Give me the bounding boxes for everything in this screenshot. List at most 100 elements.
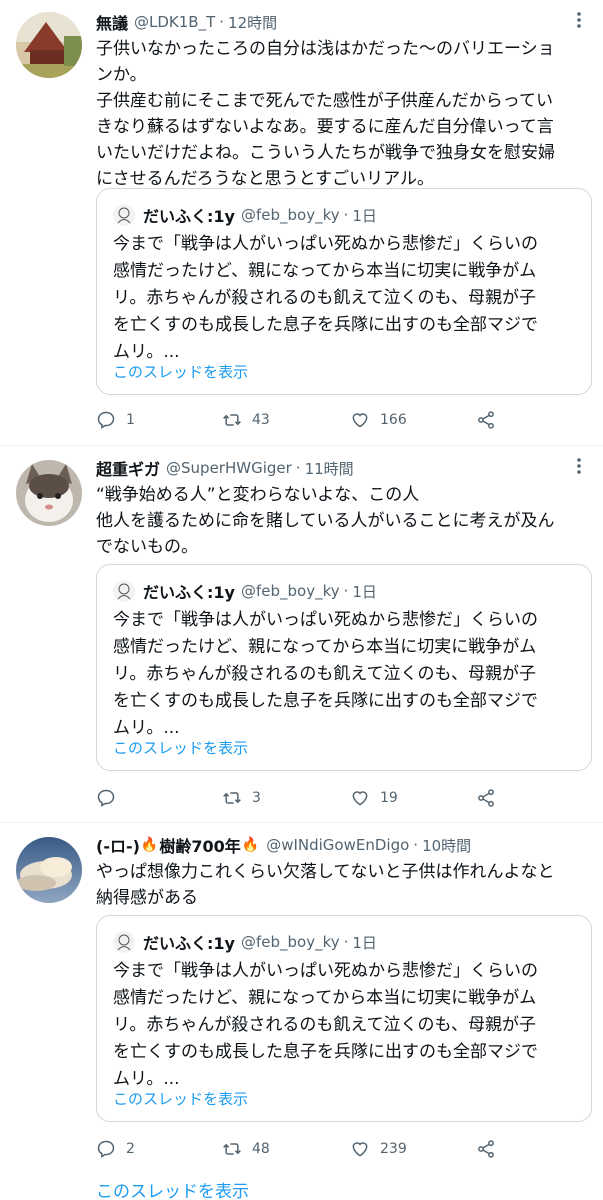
retweet-icon [223,414,241,426]
display-name[interactable]: 超重ギガ [96,456,160,480]
reply-icon [97,411,115,429]
retweet-button[interactable]: 48 [222,1137,270,1161]
tweet-text-line: きなり蘇るはずないよなあ。要するに産んだ自分偉いって言 [96,117,554,137]
flame-icon: 🔥 [241,837,260,853]
separator-dot: · [343,582,349,600]
quoted-tweet-text: 今まで「戦争は人がいっぱい死ぬから悲惨だ」くらいの 感情だったけど、親になってか… [113,958,583,1093]
retweet-count: 48 [252,1141,270,1157]
share-icon [478,1140,494,1158]
share-button[interactable] [476,408,496,432]
reply-count: 2 [126,1141,135,1157]
quoted-text-line: 今まで「戦争は人がいっぱい死ぬから悲惨だ」くらいの [113,234,538,254]
reply-icon [97,1140,115,1158]
retweet-icon [223,1143,241,1155]
like-button[interactable]: 239 [350,1137,407,1161]
quoted-display-name: だいふく:1y [143,934,235,953]
tweet-text-line: 子供いなかったころの自分は浅はかだった〜のバリエーショ [96,39,555,59]
avatar[interactable] [16,837,82,903]
quoted-avatar [113,204,135,226]
tweet-header: (-ロ-) 🔥 樹齢700年 🔥 @wINdiGowEnDigo · 10時間 [96,833,471,857]
quoted-text-line: リ。赤ちゃんが殺されるのも飢えて泣くのも、母親が子 [113,1015,536,1035]
quoted-text-line: 感情だったけど、親になってから本当に切実に戦争がム [113,261,537,281]
show-thread-link[interactable]: このスレッドを表示 [113,1088,248,1109]
separator-dot: · [343,206,349,224]
tweet-text: 子供いなかったころの自分は浅はかだった〜のバリエーショ ンか。 子供産む前にそこ… [96,36,592,192]
quoted-user-handle: @feb_boy_ky [240,206,340,224]
display-name[interactable]: 樹齢700年 [159,833,240,857]
user-handle[interactable]: @SuperHWGiger [166,459,292,477]
quoted-tweet[interactable]: だいふく:1y @feb_boy_ky · 1日 今まで「戦争は人がいっぱい死ぬ… [96,188,592,395]
separator-dot: · [295,459,301,477]
retweet-icon [223,792,241,804]
reply-button[interactable]: 2 [96,1137,135,1161]
tweet-header: 超重ギガ @SuperHWGiger · 11時間 [96,456,354,480]
quoted-tweet-text: 今まで「戦争は人がいっぱい死ぬから悲惨だ」くらいの 感情だったけど、親になってか… [113,607,583,742]
quoted-tweet-header: だいふく:1y @feb_boy_ky · 1日 [113,203,377,227]
avatar[interactable] [16,12,82,78]
share-button[interactable] [476,786,496,810]
tweet-text-line: 他人を護るために命を賭している人がいることに考えが及ん [96,511,555,531]
timestamp[interactable]: 12時間 [228,12,277,33]
user-handle[interactable]: @wINdiGowEnDigo [266,836,409,854]
share-icon [478,789,494,807]
like-count: 166 [380,412,407,428]
reply-icon [97,789,115,807]
quoted-timestamp: 1日 [352,582,377,601]
retweet-count: 43 [252,412,270,428]
quoted-avatar [113,931,135,953]
reply-button[interactable]: 1 [96,408,135,432]
quoted-text-line: を亡くすのも成長した息子を兵隊に出すのも全部マジで [113,691,538,711]
tweet-text: やっぱ想像力これくらい欠落してないと子供は作れんよなと 納得感がある [96,859,592,911]
tweet[interactable]: 超重ギガ @SuperHWGiger · 11時間 “戦争始める人”と変わらない… [0,446,603,822]
tweet-text-line: “戦争始める人”と変わらないよな、この人 [96,485,420,505]
quoted-text-line: リ。赤ちゃんが殺されるのも飢えて泣くのも、母親が子 [113,288,536,308]
tweet-text: “戦争始める人”と変わらないよな、この人 他人を護るために命を賭している人がいる… [96,482,592,560]
quoted-display-name: だいふく:1y [143,207,235,226]
display-name[interactable]: 無議 [96,10,128,34]
avatar[interactable] [16,460,82,526]
quoted-text-line: を亡くすのも成長した息子を兵隊に出すのも全部マジで [113,315,538,335]
quoted-tweet-text: 今まで「戦争は人がいっぱい死ぬから悲惨だ」くらいの 感情だったけど、親になってか… [113,231,583,366]
timestamp[interactable]: 10時間 [422,835,471,856]
action-bar: 3 19 [96,786,516,810]
tweet-text-line: ンか。 [96,65,147,85]
like-count: 19 [380,790,398,806]
like-icon [352,413,368,428]
tweet[interactable]: (-ロ-) 🔥 樹齢700年 🔥 @wINdiGowEnDigo · 10時間 … [0,823,603,1200]
tweet[interactable]: 無議 @LDK1B_T · 12時間 子供いなかったころの自分は浅はかだった〜の… [0,0,603,445]
retweet-button[interactable]: 3 [222,786,261,810]
quoted-text-line: を亡くすのも成長した息子を兵隊に出すのも全部マジで [113,1042,538,1062]
tweet-text-line: いたいだけだよね。こういう人たちが戦争で独身女を慰安婦 [96,143,555,163]
quoted-tweet-header: だいふく:1y @feb_boy_ky · 1日 [113,579,377,603]
timestamp[interactable]: 11時間 [305,458,354,479]
reply-button[interactable] [96,786,126,810]
like-button[interactable]: 166 [350,408,407,432]
show-thread-link[interactable]: このスレッドを表示 [96,1177,249,1200]
quoted-user-handle: @feb_boy_ky [240,933,340,951]
quoted-tweet[interactable]: だいふく:1y @feb_boy_ky · 1日 今まで「戦争は人がいっぱい死ぬ… [96,915,592,1122]
share-button[interactable] [476,1137,496,1161]
user-handle[interactable]: @LDK1B_T [134,13,215,31]
display-name-prefix[interactable]: (-ロ-) [96,833,140,857]
more-icon[interactable] [569,10,589,30]
more-icon[interactable] [569,456,589,476]
quoted-text-line: 感情だったけど、親になってから本当に切実に戦争がム [113,637,537,657]
quoted-text-line: 今まで「戦争は人がいっぱい死ぬから悲惨だ」くらいの [113,610,538,630]
like-button[interactable]: 19 [350,786,398,810]
quoted-tweet[interactable]: だいふく:1y @feb_boy_ky · 1日 今まで「戦争は人がいっぱい死ぬ… [96,564,592,771]
tweet-text-line: 子供産む前にそこまで死んでた感性が子供産んだからってい [96,91,553,111]
tweet-text-line: 納得感がある [96,888,198,908]
show-thread-link[interactable]: このスレッドを表示 [113,361,248,382]
like-icon [352,791,368,806]
retweet-button[interactable]: 43 [222,408,270,432]
show-thread-link[interactable]: このスレッドを表示 [113,737,248,758]
quoted-user-handle: @feb_boy_ky [240,582,340,600]
quoted-timestamp: 1日 [352,206,377,225]
separator-dot: · [219,13,225,31]
separator-dot: · [343,933,349,951]
separator-dot: · [413,836,419,854]
action-bar: 2 48 239 [96,1137,516,1161]
share-icon [478,411,494,429]
quoted-text-line: 今まで「戦争は人がいっぱい死ぬから悲惨だ」くらいの [113,961,538,981]
tweet-header: 無議 @LDK1B_T · 12時間 [96,10,277,34]
